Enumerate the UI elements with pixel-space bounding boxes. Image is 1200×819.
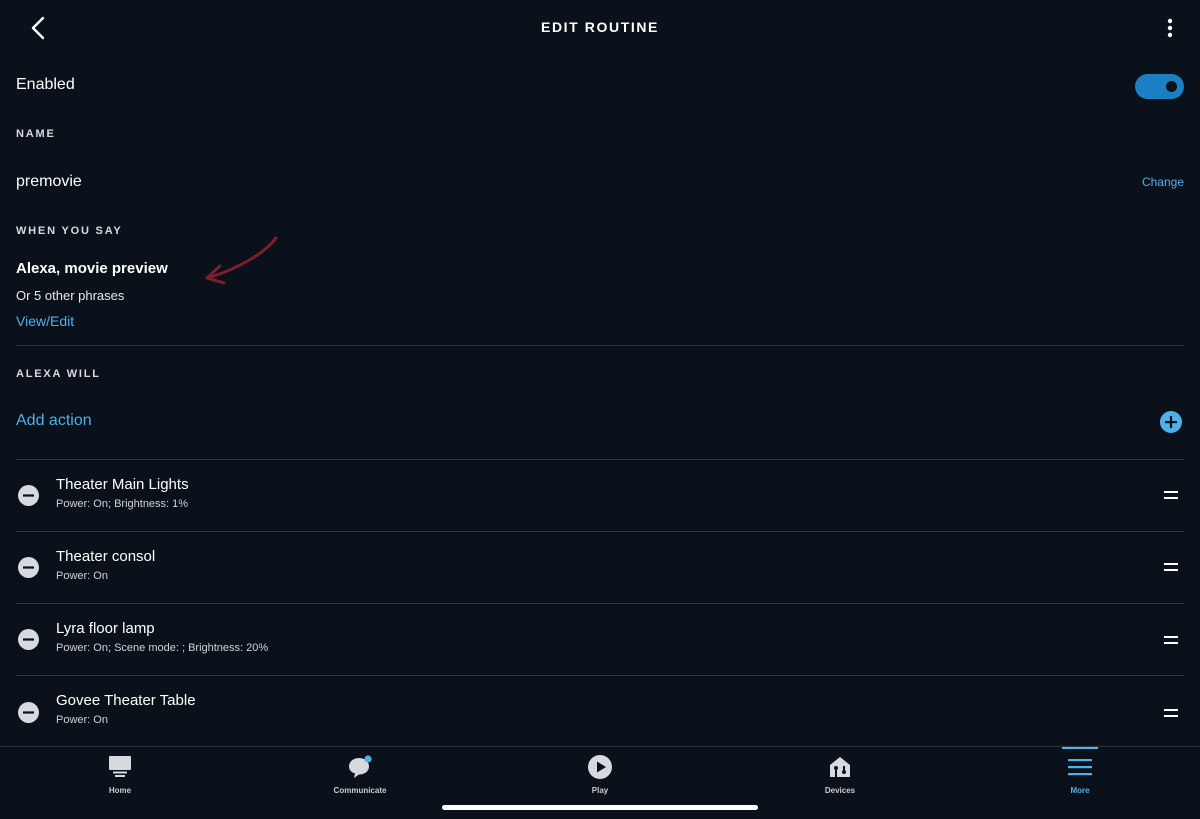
drag-handle-icon[interactable]	[1164, 490, 1178, 500]
nav-label: Home	[108, 786, 132, 795]
other-phrases-text: Or 5 other phrases	[16, 288, 125, 303]
remove-circle-icon[interactable]	[18, 629, 39, 650]
page-title: EDIT ROUTINE	[541, 19, 659, 35]
annotation-arrow-icon	[205, 236, 278, 285]
name-section-label: NAME	[16, 128, 56, 140]
action-row[interactable]: Lyra floor lamp Power: On; Scene mode: ;…	[0, 604, 1200, 676]
enabled-toggle[interactable]	[1135, 74, 1184, 99]
header: EDIT ROUTINE	[0, 0, 1200, 56]
add-circle-icon[interactable]	[1160, 411, 1182, 433]
nav-label: More	[1070, 786, 1090, 795]
add-action-button[interactable]: Add action	[16, 412, 92, 430]
action-title: Theater Main Lights	[56, 476, 189, 493]
action-title: Lyra floor lamp	[56, 620, 155, 637]
trigger-phrase: Alexa, movie preview	[16, 260, 168, 277]
nav-label: Communicate	[333, 786, 387, 795]
action-detail: Power: On; Scene mode: ; Brightness: 20%	[56, 642, 269, 654]
action-title: Govee Theater Table	[56, 692, 196, 709]
edit-routine-screen: EDIT ROUTINE Enabled NAME premovie Chang…	[0, 0, 1200, 819]
drag-handle-icon[interactable]	[1164, 708, 1178, 718]
change-name-link[interactable]: Change	[1142, 175, 1184, 189]
nav-home[interactable]: Home	[60, 747, 180, 807]
nav-communicate[interactable]: Communicate	[300, 747, 420, 807]
view-edit-link[interactable]: View/Edit	[16, 313, 74, 329]
divider	[16, 345, 1184, 346]
more-menu-icon	[1068, 759, 1092, 776]
nav-more[interactable]: More	[1020, 747, 1140, 807]
action-detail: Power: On	[56, 570, 108, 582]
home-icon	[109, 756, 131, 777]
action-title: Theater consol	[56, 548, 156, 565]
nav-devices[interactable]: Devices	[780, 747, 900, 807]
alexa-will-label: ALEXA WILL	[16, 368, 101, 380]
drag-handle-icon[interactable]	[1164, 562, 1178, 572]
enabled-label: Enabled	[16, 76, 75, 93]
communicate-icon	[349, 755, 372, 778]
routine-name: premovie	[16, 173, 82, 190]
action-row[interactable]: Theater Main Lights Power: On; Brightnes…	[0, 460, 1200, 532]
home-indicator[interactable]	[442, 805, 758, 810]
devices-icon	[830, 757, 850, 777]
nav-label: Play	[591, 786, 609, 795]
remove-circle-icon[interactable]	[18, 485, 39, 506]
when-you-say-label: WHEN YOU SAY	[16, 225, 123, 237]
action-row[interactable]: Theater consol Power: On	[0, 532, 1200, 604]
nav-play[interactable]: Play	[540, 747, 660, 807]
action-detail: Power: On; Brightness: 1%	[56, 498, 189, 510]
toggle-knob	[1166, 81, 1177, 92]
remove-circle-icon[interactable]	[18, 557, 39, 578]
action-row[interactable]: Govee Theater Table Power: On	[0, 676, 1200, 748]
remove-circle-icon[interactable]	[18, 702, 39, 723]
action-detail: Power: On	[56, 714, 108, 726]
kebab-menu-icon[interactable]	[1160, 14, 1180, 42]
play-icon	[588, 755, 612, 779]
nav-label: Devices	[824, 786, 856, 795]
drag-handle-icon[interactable]	[1164, 635, 1178, 645]
